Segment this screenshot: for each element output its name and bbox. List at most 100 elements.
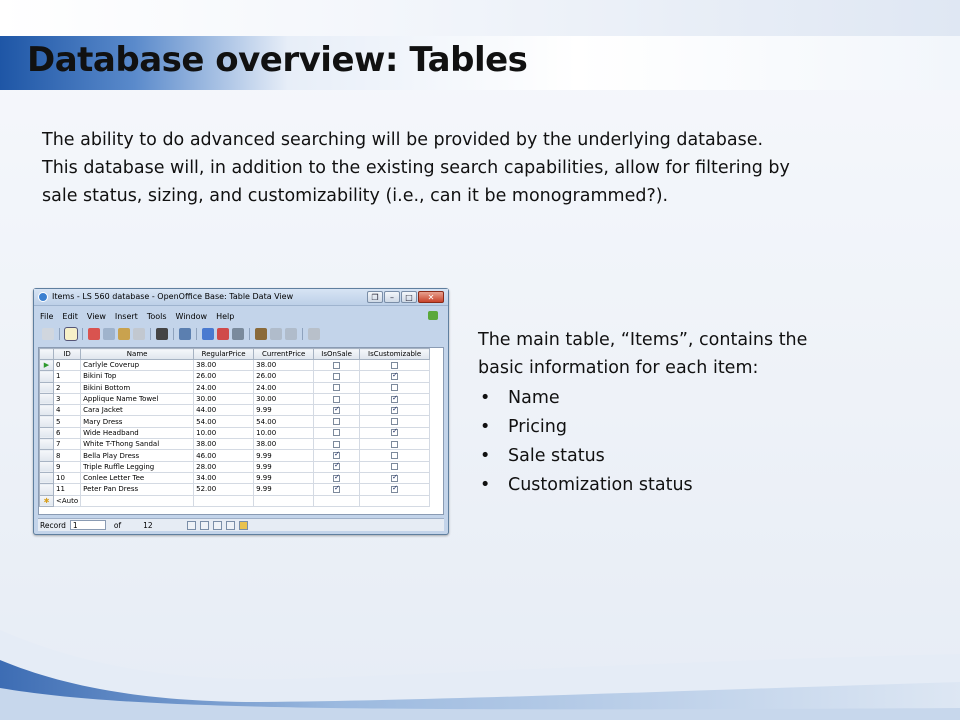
cell-iscustomizable-checkbox[interactable] (391, 372, 399, 380)
new-row-empty-cell[interactable] (313, 494, 361, 507)
new-record-row[interactable]: ✱ <Auto (39, 494, 431, 507)
new-record-icon[interactable] (238, 520, 248, 530)
close-button[interactable]: ✕ (418, 291, 444, 303)
autofilter-icon[interactable] (255, 328, 267, 340)
cell-regular-price[interactable]: 28.00 (193, 460, 255, 473)
cell-regular-price[interactable]: 34.00 (193, 471, 255, 485)
cell-iscustomizable-checkbox[interactable] (391, 361, 399, 369)
row-header[interactable] (39, 404, 54, 417)
new-row-empty-cell[interactable] (193, 494, 255, 507)
cell-regular-price[interactable]: 38.00 (193, 438, 255, 451)
cell-current-price[interactable]: 10.00 (253, 426, 315, 440)
cell-iscustomizable-checkbox[interactable] (391, 463, 399, 471)
cell-name[interactable]: Cara Jacket (80, 404, 195, 417)
close-document-icon[interactable] (428, 311, 438, 320)
table-row[interactable]: 9 Triple Ruffle Legging 28.00 9.99 (39, 460, 431, 473)
cell-id[interactable]: 9 (52, 460, 82, 473)
column-header-currentprice[interactable]: CurrentPrice (253, 348, 315, 360)
row-header[interactable] (39, 449, 54, 462)
cell-isonsale-checkbox[interactable] (333, 473, 341, 482)
table-row[interactable]: 1 Bikini Top 26.00 26.00 (39, 370, 431, 383)
cell-id[interactable]: 1 (52, 370, 82, 383)
cell-regular-price[interactable]: 38.00 (193, 358, 255, 372)
cell-regular-price[interactable]: 44.00 (193, 404, 255, 417)
cell-iscustomizable-checkbox[interactable] (391, 452, 399, 460)
paste-icon[interactable] (118, 328, 130, 340)
menu-file[interactable]: File (40, 312, 53, 321)
column-header-name[interactable]: Name (80, 348, 195, 360)
last-record-icon[interactable] (225, 520, 235, 530)
remove-filter-icon[interactable] (308, 328, 320, 340)
window-titlebar[interactable]: Items - LS 560 database - OpenOffice Bas… (34, 289, 448, 306)
cell-isonsale-checkbox[interactable] (333, 485, 341, 493)
cell-regular-price[interactable]: 46.00 (193, 449, 255, 462)
refresh-icon[interactable] (179, 328, 191, 340)
cell-id[interactable]: 11 (52, 483, 82, 496)
cell-isonsale-checkbox[interactable] (333, 440, 341, 448)
cell-id[interactable]: 5 (52, 415, 82, 428)
cell-name[interactable]: Triple Ruffle Legging (80, 460, 195, 473)
cell-current-price[interactable]: 9.99 (253, 483, 315, 496)
sort-descending-icon[interactable] (217, 328, 229, 340)
cell-isonsale-checkbox[interactable] (333, 384, 341, 392)
table-row[interactable]: 10 Conlee Letter Tee 34.00 9.99 (39, 471, 431, 485)
cell-regular-price[interactable]: 54.00 (193, 415, 255, 428)
cell-iscustomizable-checkbox[interactable] (391, 440, 399, 448)
row-header[interactable] (39, 392, 54, 406)
row-header[interactable] (39, 460, 54, 473)
first-record-icon[interactable] (186, 520, 196, 530)
cell-name[interactable]: Bella Play Dress (80, 449, 195, 462)
cell-isonsale-checkbox[interactable] (333, 451, 341, 460)
cell-name[interactable]: White T-Thong Sandal (80, 438, 195, 451)
menu-view[interactable]: View (87, 312, 106, 321)
cell-id[interactable]: 10 (52, 471, 82, 485)
cell-iscustomizable-checkbox[interactable] (391, 485, 399, 493)
record-number-input[interactable]: 1 (69, 520, 106, 530)
cell-name[interactable]: Conlee Letter Tee (80, 471, 195, 485)
cell-name[interactable]: Wide Headband (80, 426, 195, 440)
cell-regular-price[interactable]: 10.00 (193, 426, 255, 440)
cell-regular-price[interactable]: 26.00 (193, 370, 255, 383)
new-row-id-cell[interactable]: <Auto (52, 494, 82, 507)
menu-window[interactable]: Window (176, 312, 208, 321)
cell-iscustomizable-checkbox[interactable] (391, 394, 399, 403)
cell-isonsale-checkbox[interactable] (333, 395, 341, 403)
menu-edit[interactable]: Edit (62, 312, 78, 321)
cell-iscustomizable-checkbox[interactable] (391, 428, 399, 437)
table-row[interactable]: 2 Bikini Bottom 24.00 24.00 (39, 381, 431, 394)
table-row[interactable]: 7 White T-Thong Sandal 38.00 38.00 (39, 438, 431, 451)
menu-insert[interactable]: Insert (115, 312, 138, 321)
cell-name[interactable]: Bikini Bottom (80, 381, 195, 394)
restore-button[interactable]: ❐ (367, 291, 383, 303)
cell-current-price[interactable]: 26.00 (253, 370, 315, 383)
cell-current-price[interactable]: 54.00 (253, 415, 315, 428)
cell-regular-price[interactable]: 52.00 (193, 483, 255, 496)
cut-icon[interactable] (88, 328, 100, 340)
find-record-icon[interactable] (156, 328, 168, 340)
row-header[interactable] (39, 471, 54, 485)
table-row[interactable]: 8 Bella Play Dress 46.00 9.99 (39, 449, 431, 462)
table-row[interactable]: 3 Applique Name Towel 30.00 30.00 (39, 392, 431, 406)
column-header-regularprice[interactable]: RegularPrice (193, 348, 255, 360)
cell-isonsale-checkbox[interactable] (333, 406, 341, 414)
row-header[interactable] (39, 381, 54, 394)
table-row[interactable]: ▶ 0 Carlyle Coverup 38.00 38.00 (39, 358, 431, 372)
new-row-empty-cell[interactable] (359, 494, 431, 507)
save-icon[interactable] (42, 328, 54, 340)
table-row[interactable]: 4 Cara Jacket 44.00 9.99 (39, 404, 431, 417)
new-row-indicator[interactable]: ✱ (39, 494, 54, 507)
cell-regular-price[interactable]: 24.00 (193, 381, 255, 394)
cell-current-price[interactable]: 9.99 (253, 449, 315, 462)
copy-icon[interactable] (103, 328, 115, 340)
new-row-empty-cell[interactable] (80, 494, 195, 507)
cell-current-price[interactable]: 9.99 (253, 460, 315, 473)
cell-current-price[interactable]: 24.00 (253, 381, 315, 394)
sort-icon[interactable] (232, 328, 244, 340)
menu-tools[interactable]: Tools (147, 312, 167, 321)
cell-name[interactable]: Mary Dress (80, 415, 195, 428)
cell-isonsale-checkbox[interactable] (333, 429, 341, 437)
cell-name[interactable]: Applique Name Towel (80, 392, 195, 406)
cell-name[interactable]: Bikini Top (80, 370, 195, 383)
sort-ascending-icon[interactable] (202, 328, 214, 340)
cell-isonsale-checkbox[interactable] (333, 462, 341, 471)
